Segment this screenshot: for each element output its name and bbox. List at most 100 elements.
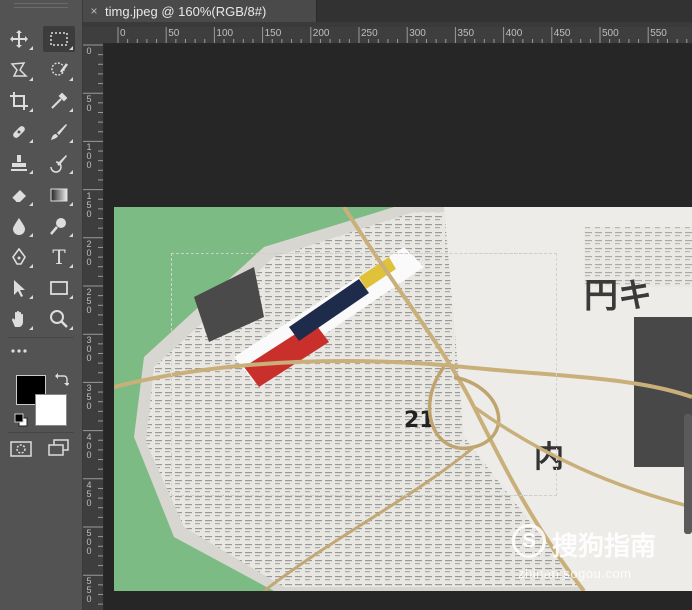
ruler-label: 550: [650, 28, 667, 39]
rectangular-marquee-tool-button[interactable]: [43, 26, 75, 52]
document-tab-title: timg.jpeg @ 160%(RGB/8#): [105, 3, 267, 19]
eyedropper-tool-icon: [51, 92, 68, 109]
dodge-tool-button[interactable]: [43, 213, 75, 239]
ruler-label-digit: 0: [86, 103, 92, 114]
tool-group-indicator: [29, 295, 33, 299]
ruler-label: 300: [85, 336, 93, 363]
ruler-label: 0: [85, 47, 93, 56]
ruler-label-digit: 0: [86, 401, 92, 412]
ruler-label: 550: [85, 577, 93, 604]
eyedropper-tool-button[interactable]: [43, 88, 75, 114]
hand-tool-button[interactable]: [3, 306, 35, 332]
tool-group-indicator: [69, 264, 73, 268]
blur-tool-button[interactable]: [3, 213, 35, 239]
ruler-label: 350: [85, 384, 93, 411]
quick-mask-icon[interactable]: [10, 440, 32, 458]
tool-group-indicator: [69, 77, 73, 81]
clone-stamp-tool-button[interactable]: [3, 150, 35, 176]
ruler-label-digit: 0: [86, 546, 92, 556]
gradient-tool-icon: [50, 188, 68, 202]
gradient-tool-button[interactable]: [43, 182, 75, 208]
ruler-label: 150: [264, 28, 282, 39]
more-tools-button[interactable]: [3, 338, 35, 364]
quick-selection-tool-button[interactable]: [43, 57, 75, 83]
tool-group-indicator: [29, 139, 33, 143]
move-tool-button[interactable]: [3, 26, 35, 52]
toolbar-separator: [8, 432, 74, 433]
tool-group-indicator: [29, 108, 33, 112]
tool-group-indicator: [29, 326, 33, 330]
ruler-label: 250: [85, 288, 93, 315]
type-tool-button[interactable]: T: [43, 244, 75, 270]
ruler-label-digit: 0: [86, 256, 92, 267]
clone-stamp-tool-icon: [11, 155, 27, 171]
ruler-label-digit: 0: [86, 208, 92, 219]
svg-text:円キ: 円キ: [584, 276, 652, 316]
lasso-tool-button[interactable]: [3, 57, 35, 83]
tool-group-indicator: [69, 46, 73, 50]
lasso-tool-icon: [10, 62, 28, 77]
background-color-swatch[interactable]: [35, 394, 67, 426]
hand-tool-icon: [12, 310, 23, 327]
crop-tool-button[interactable]: [3, 88, 35, 114]
document-tab[interactable]: × timg.jpeg @ 160%(RGB/8#): [83, 0, 317, 22]
path-selection-tool-icon: [14, 280, 25, 297]
screen-mode-icon[interactable]: [48, 438, 70, 458]
swap-colors-icon[interactable]: [55, 372, 69, 386]
zoom-tool-button[interactable]: [43, 306, 75, 332]
default-colors-icon[interactable]: [14, 413, 28, 427]
ruler-label: 200: [85, 239, 93, 267]
tool-group-indicator: [69, 233, 73, 237]
ruler-label-digit: 0: [86, 353, 92, 364]
ruler-label: 450: [553, 28, 571, 39]
sogou-watermark: S 搜狗指南 zhinan.sogou.com: [512, 524, 687, 584]
tool-group-indicator: [29, 46, 33, 50]
more-tools-icon: [11, 349, 27, 353]
ruler-label-digit: 0: [86, 305, 92, 315]
ruler-label: 100: [85, 143, 93, 170]
zoom-tool-icon: [50, 310, 68, 328]
ruler-label: 350: [457, 28, 475, 39]
ruler-label: 250: [361, 28, 378, 39]
tool-group-indicator: [29, 202, 33, 206]
brush-tool-button[interactable]: [43, 119, 75, 145]
ruler-label: 0: [120, 28, 126, 39]
eraser-tool-button[interactable]: [3, 182, 35, 208]
tool-group-indicator: [29, 170, 33, 174]
ruler-label-digit: 0: [86, 46, 92, 56]
tool-group-indicator: [69, 326, 73, 330]
tool-group-indicator: [69, 108, 73, 112]
close-tab-icon[interactable]: ×: [83, 4, 105, 18]
vertical-scrollbar[interactable]: [684, 414, 692, 534]
healing-brush-tool-icon: [13, 126, 25, 138]
panel-grip[interactable]: [14, 3, 68, 8]
ruler-label: 300: [409, 28, 426, 39]
rectangle-tool-icon: [50, 281, 68, 295]
rectangle-tool-button[interactable]: [43, 275, 75, 301]
sogou-logo-icon: S: [512, 524, 546, 558]
path-selection-tool-button[interactable]: [3, 275, 35, 301]
healing-brush-tool-button[interactable]: [3, 119, 35, 145]
pen-tool-button[interactable]: [3, 244, 35, 270]
ruler-label: 400: [85, 432, 93, 460]
ruler-label: 50: [168, 28, 180, 39]
toolbar-separator: [8, 337, 74, 338]
history-brush-tool-button[interactable]: [43, 150, 75, 176]
ruler-label-digit: 0: [86, 449, 92, 460]
ruler-label: 500: [85, 529, 93, 556]
watermark-text: 搜狗指南: [552, 531, 657, 561]
ruler-label-digit: 0: [86, 594, 92, 605]
selection-marquee[interactable]: [171, 253, 557, 496]
horizontal-ruler[interactable]: 0 50 100 150 200 250 300 350 400 450 500 550: [103, 27, 692, 44]
history-brush-tool-icon: [50, 155, 67, 173]
tool-group-indicator: [29, 233, 33, 237]
dodge-tool-icon: [50, 218, 66, 235]
ruler-label: 200: [312, 28, 330, 39]
crop-tool-icon: [10, 92, 28, 110]
blur-tool-icon: [13, 218, 25, 235]
rectangular-marquee-tool-icon: [50, 32, 68, 46]
ruler-origin[interactable]: [83, 27, 103, 43]
watermark-url: zhinan.sogou.com: [518, 566, 632, 581]
vertical-ruler[interactable]: 050100150200250300350400450500550: [83, 43, 104, 610]
quick-selection-tool-icon: [51, 62, 68, 76]
